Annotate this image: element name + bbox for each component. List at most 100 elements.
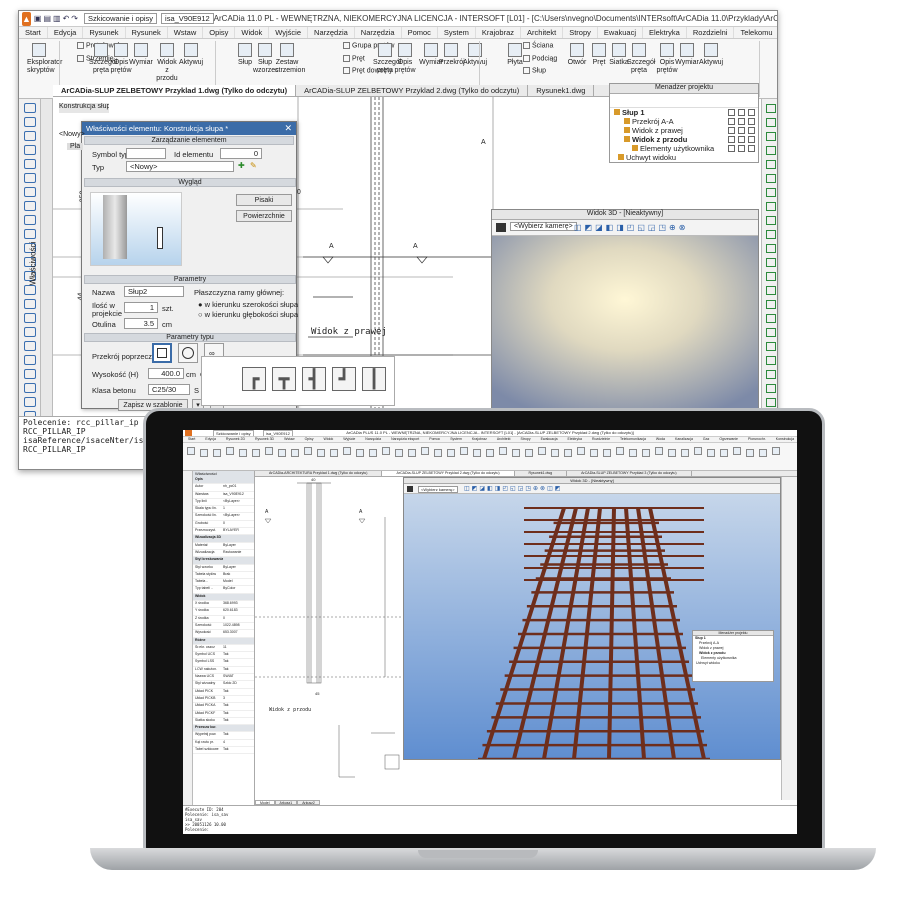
laptop-layer-combo[interactable]: isa_V90E912 — [263, 430, 293, 436]
section-shape-option[interactable]: ┫ — [302, 367, 326, 391]
laptop-prop-row[interactable]: Układ PICKA Tak — [193, 703, 254, 711]
laptop-ribbon-icon[interactable] — [590, 449, 598, 457]
section-shape-option[interactable]: ┳ — [272, 367, 296, 391]
laptop-menu-item[interactable]: Rozdzielnie — [587, 437, 615, 442]
visibility-checkbox[interactable] — [728, 109, 735, 116]
section-round-button[interactable] — [178, 343, 198, 363]
menu-item[interactable]: Rozdzielni — [687, 27, 735, 38]
project-tree-item[interactable]: Słup 1 — [610, 108, 758, 117]
laptop-prop-row[interactable]: Grubość 0 — [193, 521, 254, 529]
quick-access-icons[interactable]: ▣▤▥↶↷ — [34, 14, 80, 23]
tool-icon[interactable] — [765, 244, 776, 253]
laptop-prop-row[interactable]: Widok — [193, 593, 254, 602]
laptop-menu-item[interactable]: Narzędzia eksport — [386, 437, 424, 442]
tool-icon[interactable] — [765, 328, 776, 337]
id-elementu-field[interactable]: 0 — [220, 148, 262, 159]
tool-icon[interactable] — [23, 229, 36, 239]
laptop-menu-item[interactable]: Widok — [319, 437, 339, 442]
tool-icon[interactable] — [765, 104, 776, 113]
menu-item[interactable]: Architekt — [521, 27, 564, 38]
tool-icon[interactable] — [765, 174, 776, 183]
laptop-ribbon-icon[interactable] — [460, 447, 468, 455]
laptop-ribbon-icon[interactable] — [733, 447, 741, 455]
laptop-menu-item[interactable]: Rysunek 2D — [221, 437, 250, 442]
laptop-prop-row[interactable]: Symbol UCS Tak — [193, 652, 254, 660]
menu-item[interactable]: Elektryka — [643, 27, 687, 38]
laptop-ribbon-icon[interactable] — [265, 447, 273, 455]
laptop-prop-row[interactable]: Skala typu lin. 1 — [193, 506, 254, 514]
laptop-document-tab[interactable]: ArCADia-SLUP ZELBETOWY Przyklad 2.dwg (T… — [382, 471, 515, 476]
laptop-menu-item[interactable]: Start — [183, 437, 200, 442]
laptop-prop-row[interactable]: Wizualizacja 3D — [193, 535, 254, 543]
otwor-button[interactable]: Otwór — [565, 43, 589, 67]
menu-item[interactable]: Narzędzia — [308, 27, 355, 38]
tool-icon[interactable] — [765, 202, 776, 211]
tool-icon[interactable] — [23, 145, 36, 155]
laptop-prop-row[interactable]: Wysokość 653.3007 — [193, 630, 254, 638]
laptop-ribbon-icon[interactable] — [408, 449, 416, 457]
tool-icon[interactable] — [23, 159, 36, 169]
laptop-ribbon-icon[interactable] — [356, 449, 364, 457]
menu-item[interactable]: Telekomu — [734, 27, 777, 38]
project-tree-item[interactable]: Elementy użytkownika — [610, 144, 758, 153]
lock-checkbox[interactable] — [738, 127, 745, 134]
tool-icon[interactable] — [23, 173, 36, 183]
tool-icon[interactable] — [23, 327, 36, 337]
laptop-ribbon-icon[interactable] — [681, 449, 689, 457]
laptop-ribbon-icon[interactable] — [252, 449, 260, 457]
nazwa-field[interactable]: Słup2 — [124, 286, 184, 297]
laptop-ribbon-icon[interactable] — [447, 449, 455, 457]
laptop-ribbon-icon[interactable] — [564, 449, 572, 457]
properties-side-panel[interactable]: Właściwości — [28, 99, 53, 419]
laptop-menu-item[interactable]: Ogrzewanie — [714, 437, 743, 442]
section-shape-option[interactable]: ┏ — [242, 367, 266, 391]
tool-icon[interactable] — [23, 131, 36, 141]
menu-item[interactable]: Pomoc — [402, 27, 438, 38]
laptop-menu-item[interactable]: Krajobraz — [467, 437, 492, 442]
eksplorator-button[interactable]: Eksplorator skryptów — [27, 43, 62, 75]
laptop-prop-row[interactable]: Materiał ByLayer — [193, 543, 254, 550]
menu-item[interactable]: System — [438, 27, 476, 38]
arcadia-logo-icon[interactable]: ▲ — [22, 11, 31, 26]
tool-icon[interactable] — [23, 313, 36, 323]
laptop-menu-item[interactable]: Edycja — [200, 437, 221, 442]
menu-item[interactable]: Stropy — [563, 27, 598, 38]
laptop-ribbon-icon[interactable] — [668, 449, 676, 457]
laptop-ribbon-icon[interactable] — [720, 449, 728, 457]
laptop-pm-item[interactable]: Uchwyt widoku — [693, 661, 773, 666]
print-checkbox[interactable] — [748, 136, 755, 143]
laptop-ribbon-icon[interactable] — [473, 449, 481, 457]
laptop-ribbon-icon[interactable] — [525, 449, 533, 457]
laptop-prop-row[interactable]: Układ PICK Tak — [193, 689, 254, 696]
laptop-prop-row[interactable]: Przezroczyst. BYLAYER — [193, 528, 254, 536]
tool-icon[interactable] — [765, 342, 776, 351]
laptop-menu-item[interactable]: Ewakuacja — [536, 437, 563, 442]
laptop-drawing-canvas[interactable]: A A 40 45 Widok z przodu — [255, 477, 403, 800]
laptop-prop-row[interactable]: Styl wizualny Szkic 2D — [193, 681, 254, 689]
tool-icon[interactable] — [765, 146, 776, 155]
laptop-menu-item[interactable]: Piorunochr. — [743, 437, 771, 442]
laptop-prop-row[interactable]: Szerokość lin. <ByLayer> — [193, 513, 254, 521]
laptop-ribbon-icon[interactable] — [551, 449, 559, 457]
laptop-ribbon-icon[interactable] — [226, 447, 234, 455]
laptop-menu-item[interactable]: Kanalizacja — [670, 437, 698, 442]
laptop-prop-row[interactable]: Układ PICKB 3 — [193, 696, 254, 704]
laptop-document-tab[interactable]: Rysunek1.dwg — [515, 471, 568, 476]
menu-item[interactable]: Rysunek — [83, 27, 126, 38]
menu-item[interactable]: Ewakuacj — [598, 27, 644, 38]
tool-icon[interactable] — [23, 117, 36, 127]
laptop-menu-item[interactable]: Telekomunikacja — [615, 437, 651, 442]
laptop-ribbon-icon[interactable] — [330, 449, 338, 457]
tool-icon[interactable] — [765, 258, 776, 267]
menu-item[interactable]: Edycja — [48, 27, 84, 38]
laptop-ribbon-icon[interactable] — [421, 447, 429, 455]
laptop-ribbon-icon[interactable] — [395, 449, 403, 457]
menu-item[interactable]: Krajobraz — [476, 27, 522, 38]
laptop-ribbon-icon[interactable] — [655, 447, 663, 455]
tool-icon[interactable] — [23, 369, 36, 379]
laptop-prop-row[interactable]: Śr.ekr. oszcz 11 — [193, 645, 254, 653]
menu-item[interactable]: Rysunek — [126, 27, 168, 38]
tool-icon[interactable] — [765, 118, 776, 127]
symbol-typu-field[interactable] — [126, 148, 166, 159]
laptop-ribbon-icon[interactable] — [187, 447, 195, 455]
